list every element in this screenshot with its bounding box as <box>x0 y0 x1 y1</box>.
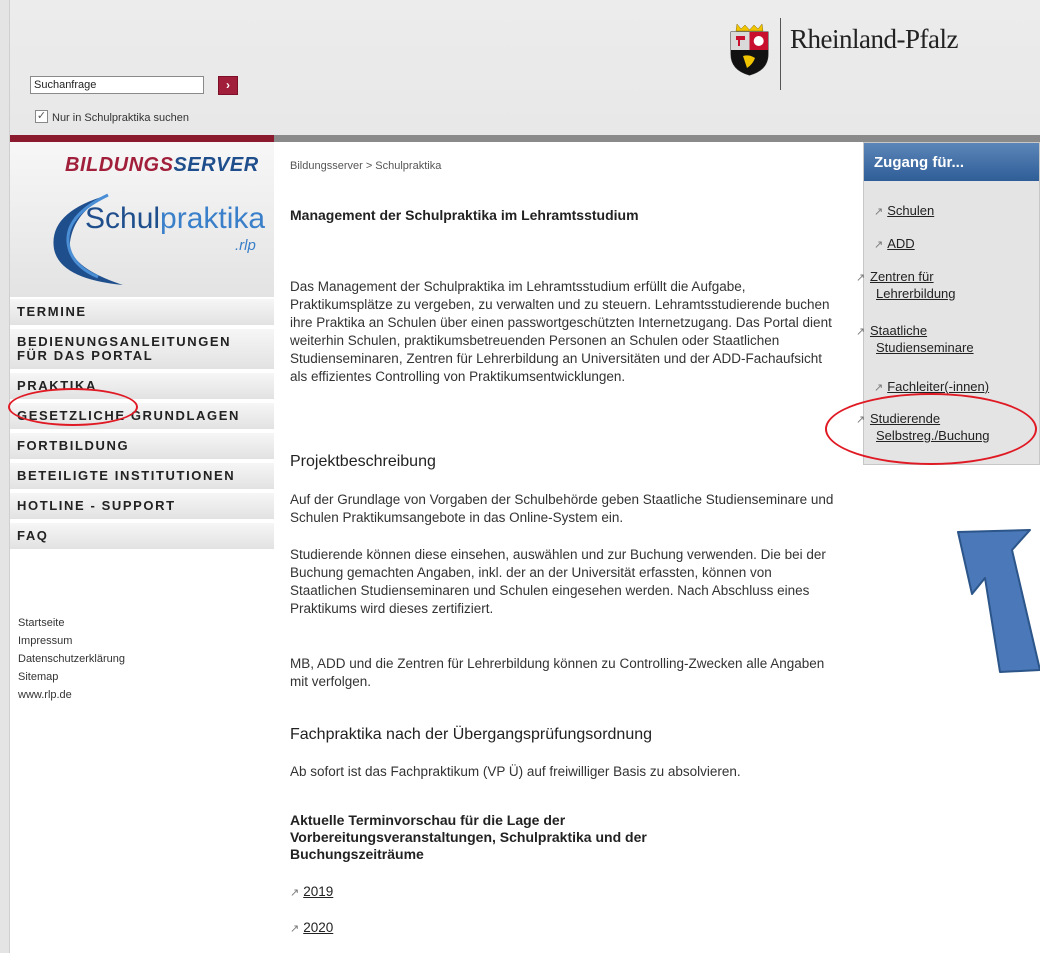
breadcrumb[interactable]: Bildungsserver > Schulpraktika <box>290 160 441 172</box>
footer-link-impressum[interactable]: Impressum <box>18 632 125 650</box>
nav-item-bedienungsanleitungen[interactable]: BEDIENUNGSANLEITUNGEN FÜR DAS PORTAL <box>10 329 274 373</box>
year-link-2020[interactable]: ↗ 2020 <box>290 920 333 935</box>
fachpraktika-paragraph: Ab sofort ist das Fachpraktikum (VP Ü) a… <box>290 764 741 779</box>
nav-item-termine[interactable]: TERMINE <box>10 299 274 329</box>
page-title: Management der Schulpraktika im Lehramts… <box>290 207 639 223</box>
nav-item-beteiligte-institutionen[interactable]: BETEILIGTE INSTITUTIONEN <box>10 463 274 493</box>
project-paragraph-1: Auf der Grundlage von Vorgaben der Schul… <box>290 492 834 525</box>
state-logo-text: Rheinland-Pfalz <box>790 24 958 54</box>
year-link-2019[interactable]: ↗ 2019 <box>290 884 333 899</box>
link-arrow-icon: ↗ <box>290 887 300 899</box>
footer-links: Startseite Impressum Datenschutzerklärun… <box>18 614 125 704</box>
link-arrow-icon: ↗ <box>874 382 884 394</box>
praktika-highlight-ellipse <box>8 388 138 426</box>
section-heading-fachpraktika: Fachpraktika nach der Übergangsprüfungso… <box>290 726 653 743</box>
footer-link-rlp[interactable]: www.rlp.de <box>18 686 125 704</box>
schulpraktika-logo-text: Schulpraktika <box>85 202 266 235</box>
access-link-schulen[interactable]: ↗ Schulen <box>874 203 1040 220</box>
nav-item-fortbildung[interactable]: FORTBILDUNG <box>10 433 274 463</box>
link-arrow-icon: ↗ <box>874 206 884 218</box>
intro-paragraph: Das Management der Schulpraktika im Lehr… <box>290 279 832 384</box>
left-sidebar: BILDUNGSSERVER Schulpraktika .rlp TERMIN… <box>10 142 274 953</box>
link-arrow-icon: ↗ <box>290 923 300 935</box>
search-scope-checkbox[interactable]: ✓ <box>35 110 48 123</box>
window-left-edge <box>0 0 10 953</box>
access-link-zentren[interactable]: ↗ Zentren für Lehrerbildung <box>856 269 986 302</box>
section-heading-terminvorschau: Aktuelle Terminvorschau für die Lage der… <box>290 812 647 862</box>
footer-link-startseite[interactable]: Startseite <box>18 614 125 632</box>
main-nav: TERMINE BEDIENUNGSANLEITUNGEN FÜR DAS PO… <box>10 299 274 553</box>
schulpraktika-logo[interactable]: BILDUNGSSERVER Schulpraktika .rlp <box>10 142 274 297</box>
nav-item-hotline-support[interactable]: HOTLINE - SUPPORT <box>10 493 274 523</box>
search-input[interactable] <box>30 76 204 94</box>
top-divider-accent <box>10 135 274 142</box>
access-link-add[interactable]: ↗ ADD <box>874 236 1040 253</box>
access-link-studienseminare[interactable]: ↗ Staatliche Studienseminare <box>856 323 991 356</box>
project-paragraph-3: MB, ADD und die Zentren für Lehrerbildun… <box>290 656 825 689</box>
studierende-highlight-ellipse <box>825 393 1037 465</box>
rlp-crest-icon <box>730 24 769 76</box>
nav-item-faq[interactable]: FAQ <box>10 523 274 553</box>
link-arrow-icon: ↗ <box>874 239 884 251</box>
search-scope-label: Nur in Schulpraktika suchen <box>52 112 189 124</box>
footer-link-sitemap[interactable]: Sitemap <box>18 668 125 686</box>
footer-link-datenschutz[interactable]: Datenschutzerklärung <box>18 650 125 668</box>
search-submit-button[interactable]: › <box>218 76 238 95</box>
section-heading-projektbeschreibung: Projektbeschreibung <box>290 453 436 470</box>
annotation-arrow-icon <box>957 529 1040 673</box>
rlp-suffix: .rlp <box>235 237 256 254</box>
logo-divider <box>780 18 781 90</box>
bildungsserver-logo-text: BILDUNGSSERVER <box>65 154 259 176</box>
access-panel-heading: Zugang für... <box>864 143 1039 181</box>
project-paragraph-2: Studierende können diese einsehen, auswä… <box>290 547 826 616</box>
